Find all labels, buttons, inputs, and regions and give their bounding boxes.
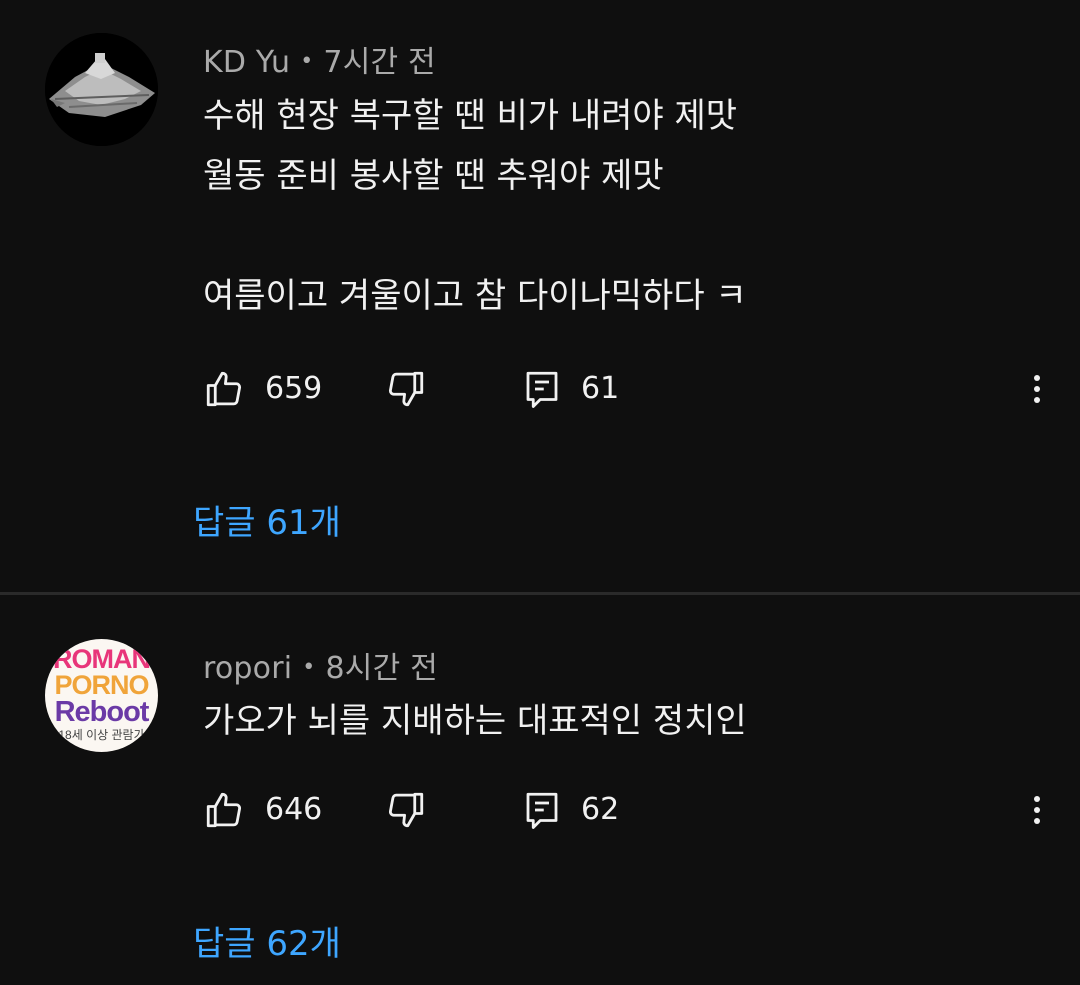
spaceship-avatar-icon (45, 33, 158, 146)
poster-text: ROMAN (53, 644, 151, 674)
more-vertical-icon[interactable] (1029, 368, 1043, 410)
movie-poster-avatar-icon: ROMAN PORNO Reboot 18세 이상 관람가 (45, 639, 158, 752)
comment-line: 여름이고 겨울이고 참 다이나믹하다 ㅋ (203, 276, 747, 316)
view-replies-button[interactable]: 답글 61개 (193, 495, 341, 544)
comment-line: 수해 현장 복구할 땐 비가 내려야 제맛 (203, 96, 738, 136)
comment-meta: KD Yu • 7시간 전 (203, 37, 436, 81)
like-count: 646 (265, 792, 323, 827)
comment-time: 7시간 전 (323, 45, 436, 80)
reply-count: 62 (581, 792, 620, 827)
thumbs-down-icon[interactable] (385, 368, 427, 410)
poster-text: Reboot (54, 696, 150, 728)
meta-separator: • (302, 655, 316, 680)
comment-line (203, 206, 747, 266)
comment-text: 수해 현장 복구할 땐 비가 내려야 제맛 월동 준비 봉사할 땐 추워야 제맛… (203, 86, 747, 326)
comment-icon[interactable] (521, 789, 563, 831)
author-name[interactable]: KD Yu (203, 45, 290, 80)
author-avatar[interactable] (45, 33, 158, 146)
thumbs-down-icon[interactable] (385, 789, 427, 831)
poster-text: PORNO (54, 670, 149, 700)
author-avatar[interactable]: ROMAN PORNO Reboot 18세 이상 관람가 (45, 639, 158, 752)
comment-actions: 659 61 (203, 364, 1043, 414)
poster-text: 18세 이상 관람가 (58, 728, 145, 742)
comment-actions: 646 62 (203, 785, 1043, 835)
comment-thread: ROMAN PORNO Reboot 18세 이상 관람가 ropori • 8시간… (0, 595, 1080, 985)
comment-line: 월동 준비 봉사할 땐 추워야 제맛 (203, 156, 664, 196)
thumbs-up-icon[interactable] (203, 368, 245, 410)
more-vertical-icon[interactable] (1029, 789, 1043, 831)
author-name[interactable]: ropori (203, 651, 292, 686)
thumbs-up-icon[interactable] (203, 789, 245, 831)
view-replies-button[interactable]: 답글 62개 (193, 916, 341, 965)
comment-line: 가오가 뇌를 지배하는 대표적인 정치인 (203, 701, 747, 741)
meta-separator: • (300, 49, 314, 74)
comment-text: 가오가 뇌를 지배하는 대표적인 정치인 (203, 691, 747, 751)
comment-thread: KD Yu • 7시간 전 수해 현장 복구할 땐 비가 내려야 제맛 월동 준비 … (0, 0, 1080, 592)
comment-icon[interactable] (521, 368, 563, 410)
like-count: 659 (265, 371, 323, 406)
reply-count: 61 (581, 371, 620, 406)
comment-time: 8시간 전 (325, 651, 438, 686)
comment-meta: ropori • 8시간 전 (203, 643, 438, 687)
